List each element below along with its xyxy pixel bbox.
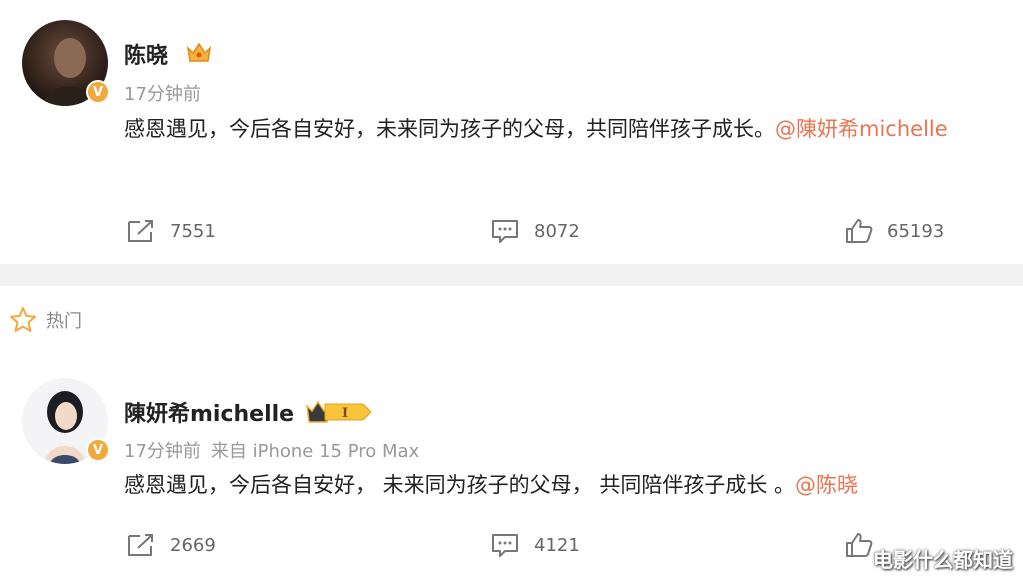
repost-icon (128, 220, 153, 242)
hot-section-header: 热门 (8, 306, 82, 334)
svg-text:I: I (342, 406, 348, 421)
star-icon (10, 307, 36, 332)
post-meta: 17分钟前 (124, 80, 201, 106)
comment-button[interactable]: 4121 (490, 532, 580, 558)
repost-count: 2669 (170, 534, 216, 556)
like-button[interactable]: 65193 (845, 218, 944, 244)
post-time: 17分钟前 (124, 84, 201, 105)
post-card: V 陈晓 17分钟前 感恩遇见，今后各自安好，未来同为孩子的父母，共同陪伴孩子成… (0, 0, 1023, 264)
avatar[interactable]: V (22, 20, 110, 106)
section-divider (0, 264, 1023, 286)
comment-count: 8072 (534, 220, 580, 242)
post-text: 感恩遇见，今后各自安好， 未来同为孩子的父母， 共同陪伴孩子成长 。@陈晓 (124, 464, 984, 506)
repost-icon (128, 534, 153, 556)
comment-button[interactable]: 8072 (490, 218, 580, 244)
author-name[interactable]: 陈晓 (124, 38, 168, 70)
post-body: 感恩遇见，今后各自安好， 未来同为孩子的父母， 共同陪伴孩子成长 。 (124, 473, 796, 497)
mention-link[interactable]: @陳妍希michelle (775, 117, 948, 141)
like-icon (846, 533, 873, 557)
comment-count: 4121 (534, 534, 580, 556)
watermark: 电影什么都知道 (873, 548, 1013, 572)
avatar[interactable]: V (22, 378, 110, 464)
post-source: 来自 iPhone 15 Pro Max (210, 441, 420, 462)
like-icon (846, 219, 873, 243)
verified-icon: V (86, 80, 110, 104)
repost-button[interactable]: 2669 (126, 532, 216, 558)
crown-icon (186, 42, 212, 62)
author-name[interactable]: 陳妍希michelle (124, 396, 294, 428)
comment-icon (492, 220, 518, 243)
comment-icon (492, 534, 518, 557)
post-meta: 17分钟前 来自 iPhone 15 Pro Max (124, 437, 419, 463)
post-text: 感恩遇见，今后各自安好，未来同为孩子的父母，共同陪伴孩子成长。@陳妍希miche… (124, 108, 984, 150)
hot-label: 热门 (46, 311, 82, 332)
like-count: 65193 (887, 220, 945, 242)
member-badge-icon: I (305, 400, 372, 423)
mention-link[interactable]: @陈晓 (795, 473, 858, 497)
repost-button[interactable]: 7551 (126, 218, 216, 244)
post-card: V 陳妍希michelle I 17分钟前 来自 iPhone 15 Pro Ma… (0, 366, 1023, 579)
verified-icon: V (86, 438, 110, 462)
repost-count: 7551 (170, 220, 216, 242)
post-time: 17分钟前 (124, 441, 201, 462)
post-body: 感恩遇见，今后各自安好，未来同为孩子的父母，共同陪伴孩子成长。 (124, 117, 775, 141)
